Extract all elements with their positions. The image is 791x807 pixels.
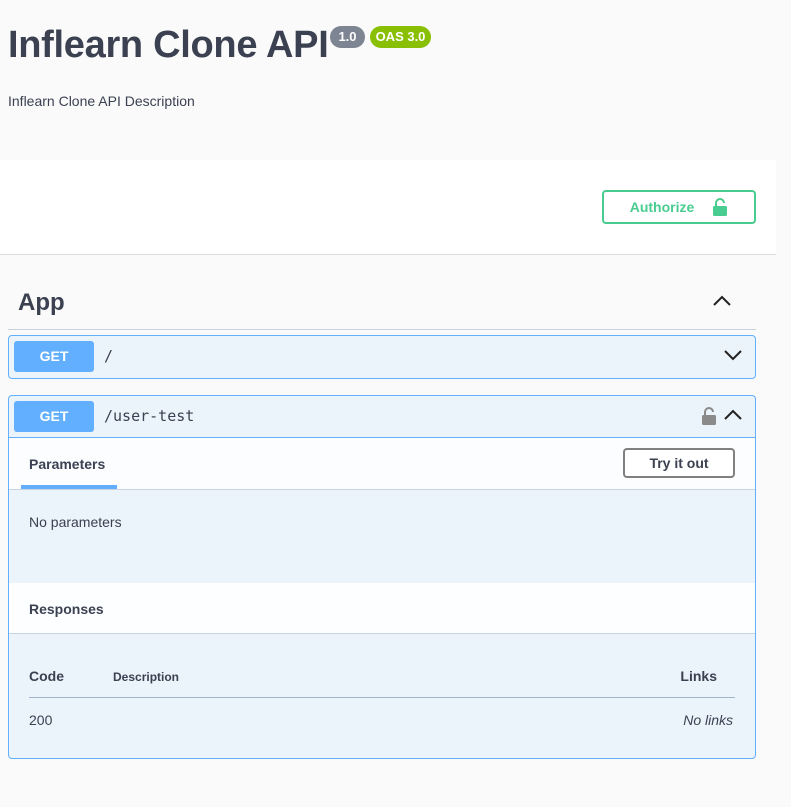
column-links: Links xyxy=(680,668,717,684)
responses-table: Code Description Links 200 No links xyxy=(29,668,735,738)
method-badge: GET xyxy=(14,401,94,432)
no-parameters-text: No parameters xyxy=(29,514,122,530)
operation-summary[interactable]: GET / xyxy=(9,336,755,378)
authorize-label: Authorize xyxy=(629,199,695,215)
scheme-container: Authorize xyxy=(0,160,776,255)
unlock-icon xyxy=(712,197,728,217)
parameters-header: Parameters Try it out xyxy=(9,438,755,490)
responses-table-header: Code Description Links xyxy=(29,668,735,698)
tag-header[interactable]: App xyxy=(8,280,756,330)
responses-title: Responses xyxy=(29,601,104,617)
info-header: Inflearn Clone API 1.0 OAS 3.0 Inflearn … xyxy=(0,0,791,160)
unlock-icon[interactable] xyxy=(701,406,717,431)
column-description: Description xyxy=(113,670,180,684)
tag-section-app: App xyxy=(8,280,756,330)
version-badge: 1.0 xyxy=(330,26,365,48)
active-tab-indicator xyxy=(21,485,117,489)
response-code: 200 xyxy=(29,712,53,728)
oas-badge: OAS 3.0 xyxy=(370,26,431,48)
tab-parameters[interactable]: Parameters xyxy=(29,456,105,472)
responses-header: Responses xyxy=(9,583,755,634)
api-title: Inflearn Clone API xyxy=(8,24,329,66)
tag-name: App xyxy=(18,289,65,316)
try-it-out-button[interactable]: Try it out xyxy=(623,448,735,478)
chevron-down-icon[interactable] xyxy=(723,348,743,366)
method-badge: GET xyxy=(14,341,94,372)
chevron-up-icon[interactable] xyxy=(723,408,743,426)
operation-summary[interactable]: GET /user-test xyxy=(9,396,755,438)
operation-get-user-test: GET /user-test Parameters Try it out No … xyxy=(8,395,756,759)
api-description: Inflearn Clone API Description xyxy=(8,93,195,109)
chevron-up-icon[interactable] xyxy=(712,294,732,312)
table-row: 200 No links xyxy=(29,698,735,738)
authorize-button[interactable]: Authorize xyxy=(602,190,756,224)
operation-path: / xyxy=(104,347,114,365)
response-links: No links xyxy=(683,712,733,728)
column-code: Code xyxy=(29,668,64,684)
operation-path: /user-test xyxy=(104,407,195,425)
operation-get-root: GET / xyxy=(8,335,756,379)
